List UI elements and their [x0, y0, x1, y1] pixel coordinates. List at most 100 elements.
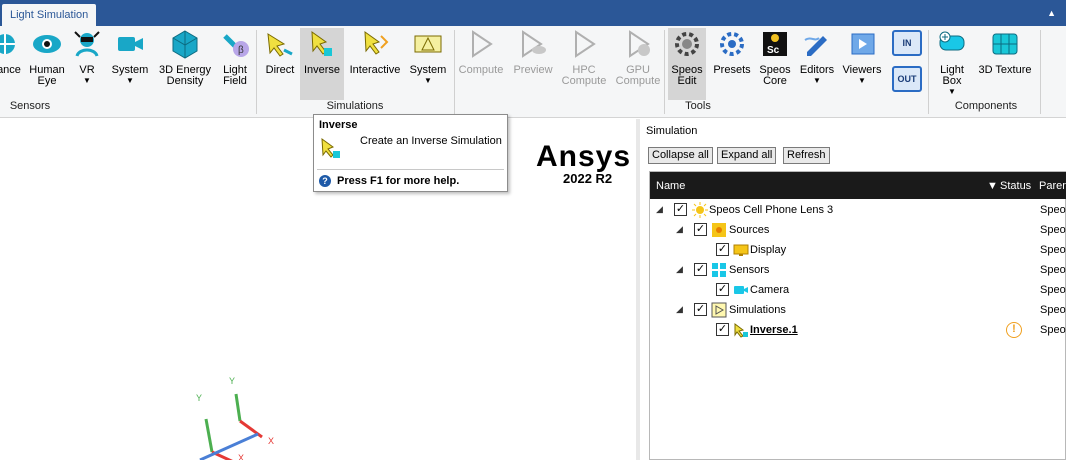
ribbon-button-human-eye[interactable]: Human Eye — [28, 28, 66, 100]
divider — [317, 169, 504, 170]
tree-row[interactable]: ◢ ✓ Sources Speos — [650, 220, 1066, 240]
divider — [928, 30, 929, 114]
simulation-panel: Simulation Collapse all Expand all Refre… — [640, 119, 1066, 460]
group-label-sensors: Sensors — [9, 100, 51, 112]
ribbon-button-vr[interactable]: VR ▼ — [72, 28, 102, 100]
tooltip-title: Inverse — [319, 119, 358, 131]
dropdown-arrow-icon: ▼ — [948, 87, 956, 96]
parent-cell: Speos — [1040, 224, 1066, 236]
ribbon-button-light-field[interactable]: β Light Field — [218, 28, 252, 100]
ribbon-button-label: VR — [79, 64, 95, 76]
column-header-parent[interactable]: Parent — [1039, 180, 1066, 192]
expand-all-button[interactable]: Expand all — [717, 147, 777, 164]
ribbon-button-system-sensor[interactable]: System ▼ — [108, 28, 152, 100]
tree-row[interactable]: ✓ Camera Speos — [650, 280, 1066, 300]
visibility-checkbox[interactable]: ✓ — [716, 243, 729, 256]
y-axis-arrow — [234, 393, 242, 422]
tree-row[interactable]: ✓ Display Speos — [650, 240, 1066, 260]
ribbon-button-label: Viewers — [842, 64, 882, 76]
ribbon-button-speos-edit[interactable]: Speos Edit — [668, 28, 706, 100]
ansys-logo: Ansys — [536, 140, 632, 173]
group-label-components: Components — [954, 100, 1018, 112]
tree-header: Name ▼ Status Parent — [650, 172, 1066, 199]
import-in-button[interactable]: IN — [892, 30, 922, 56]
ribbon-button-label: Editors — [799, 64, 835, 76]
ribbon-button-label: Preview — [513, 64, 553, 76]
ribbon-button-label: Interactive — [349, 64, 401, 76]
light-field-icon: β — [219, 28, 251, 60]
expand-toggle-icon[interactable]: ◢ — [676, 224, 683, 235]
expand-toggle-icon[interactable]: ◢ — [656, 204, 663, 215]
ribbon-button-irradiance[interactable]: ance — [0, 28, 26, 100]
ribbon-button-presets[interactable]: Presets — [710, 28, 754, 100]
filter-icon[interactable]: ▼ — [987, 180, 998, 192]
ribbon-button-label: Speos Edit — [671, 64, 703, 87]
vr-headset-icon — [71, 28, 103, 60]
column-header-status[interactable]: Status — [1000, 180, 1031, 192]
parent-cell: Speos — [1040, 244, 1066, 256]
collapse-all-button[interactable]: Collapse all — [648, 147, 713, 164]
group-label-simulations: Simulations — [326, 100, 384, 112]
gpu-compute-icon — [622, 28, 654, 60]
tree-row[interactable]: ◢ ✓ Sensors Speos — [650, 260, 1066, 280]
ribbon-button-3d-energy-density[interactable]: 3D Energy Density — [156, 28, 214, 100]
ribbon-button-inverse[interactable]: Inverse — [300, 28, 344, 100]
visibility-checkbox[interactable]: ✓ — [694, 263, 707, 276]
tree-row[interactable]: ✓ Inverse.1 ! Speos — [650, 320, 1066, 340]
speos-core-icon: Sc — [759, 28, 791, 60]
inverse-sim-icon — [733, 322, 749, 338]
export-out-button[interactable]: OUT — [892, 66, 922, 92]
tree-label: Display — [750, 244, 787, 256]
system-simulation-icon — [412, 28, 444, 60]
visibility-checkbox[interactable]: ✓ — [694, 223, 707, 236]
ribbon-button-editors[interactable]: Editors ▼ — [796, 28, 838, 100]
ribbon-button-light-box[interactable]: Light Box ▼ — [934, 28, 970, 100]
ribbon-button-label: HPC Compute — [561, 64, 607, 87]
ribbon-button-speos-core[interactable]: Sc Speos Core — [756, 28, 794, 100]
tooltip-help: ? Press F1 for more help. — [319, 175, 459, 187]
ribbon-button-3d-texture[interactable]: 3D Texture — [974, 28, 1036, 100]
group-label-tools: Tools — [685, 100, 711, 112]
play-icon — [711, 302, 727, 318]
ribbon-button-preview[interactable]: Preview — [510, 28, 556, 100]
ribbon-button-hpc-compute[interactable]: HPC Compute — [560, 28, 608, 100]
axis-label: X — [238, 453, 244, 460]
expand-toggle-icon[interactable]: ◢ — [676, 304, 683, 315]
parent-cell: Speos — [1040, 264, 1066, 276]
ribbon-button-system-simulation[interactable]: System ▼ — [406, 28, 450, 100]
preview-icon — [517, 28, 549, 60]
ribbon-button-compute[interactable]: Compute — [458, 28, 504, 100]
ribbon-button-interactive[interactable]: Interactive — [348, 28, 402, 100]
visibility-checkbox[interactable]: ✓ — [716, 283, 729, 296]
ribbon: ance Human Eye VR ▼ System ▼ 3D Energy D… — [0, 26, 1066, 118]
sources-icon — [711, 222, 727, 238]
ribbon-button-label: Compute — [458, 64, 504, 76]
dropdown-arrow-icon: ▼ — [424, 76, 432, 85]
refresh-button[interactable]: Refresh — [783, 147, 830, 164]
tree-label: Simulations — [729, 304, 786, 316]
tree-label: Sensors — [729, 264, 770, 276]
hpc-compute-icon — [568, 28, 600, 60]
svg-text:β: β — [238, 45, 244, 56]
irradiance-sensor-icon — [0, 28, 25, 60]
parent-cell: Speos — [1040, 324, 1066, 336]
tree-label: Camera — [750, 284, 790, 296]
collapse-ribbon-icon[interactable]: ▲ — [1047, 8, 1056, 18]
ribbon-button-label: GPU Compute — [615, 64, 661, 87]
column-header-name[interactable]: Name — [656, 180, 685, 192]
tree-row[interactable]: ◢ ✓ Simulations Speos — [650, 300, 1066, 320]
ribbon-button-gpu-compute[interactable]: GPU Compute — [614, 28, 662, 100]
direct-simulation-icon — [264, 28, 296, 60]
ribbon-button-direct[interactable]: Direct — [262, 28, 298, 100]
tree-label: Inverse.1 — [750, 324, 798, 336]
visibility-checkbox[interactable]: ✓ — [694, 303, 707, 316]
dropdown-arrow-icon: ▼ — [858, 76, 866, 85]
visibility-checkbox[interactable]: ✓ — [716, 323, 729, 336]
tab-light-simulation[interactable]: Light Simulation — [2, 4, 97, 26]
ribbon-button-viewers[interactable]: Viewers ▼ — [840, 28, 884, 100]
parent-cell: Speos — [1040, 204, 1066, 216]
expand-toggle-icon[interactable]: ◢ — [676, 264, 683, 275]
tree-row[interactable]: ◢ ✓ Speos Cell Phone Lens 3 Speos — [650, 200, 1066, 220]
dropdown-arrow-icon: ▼ — [83, 76, 91, 85]
visibility-checkbox[interactable]: ✓ — [674, 203, 687, 216]
